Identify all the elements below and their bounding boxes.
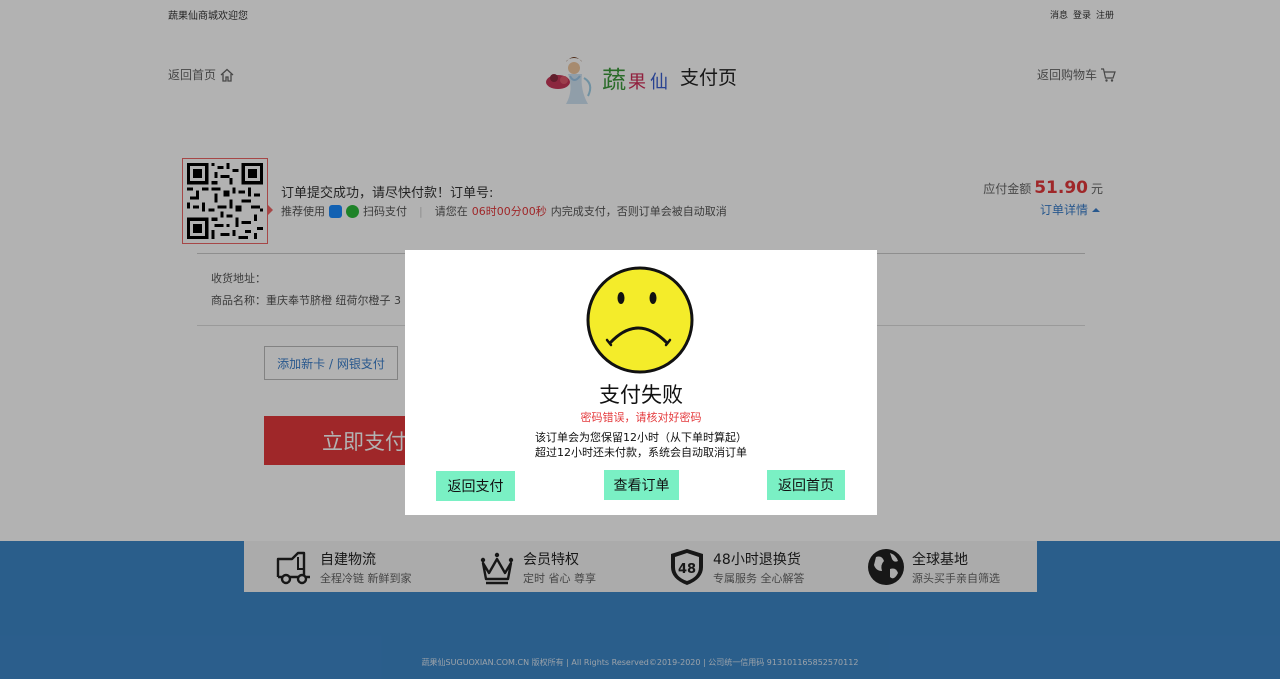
cancel-notice: 超过12小时还未付款，系统会自动取消订单 [535, 446, 747, 459]
back-home-button[interactable]: 返回首页 [767, 470, 845, 500]
dialog-title: 支付失败 [599, 383, 683, 407]
view-order-button[interactable]: 查看订单 [604, 470, 679, 500]
retention-notice: 该订单会为您保留12小时（从下单时算起） [535, 431, 747, 444]
sad-face-icon [586, 266, 694, 374]
payment-failed-dialog: 支付失败 密码错误，请核对好密码 该订单会为您保留12小时（从下单时算起） 超过… [405, 250, 877, 515]
error-message: 密码错误，请核对好密码 [580, 411, 702, 424]
back-to-pay-button[interactable]: 返回支付 [436, 471, 515, 501]
